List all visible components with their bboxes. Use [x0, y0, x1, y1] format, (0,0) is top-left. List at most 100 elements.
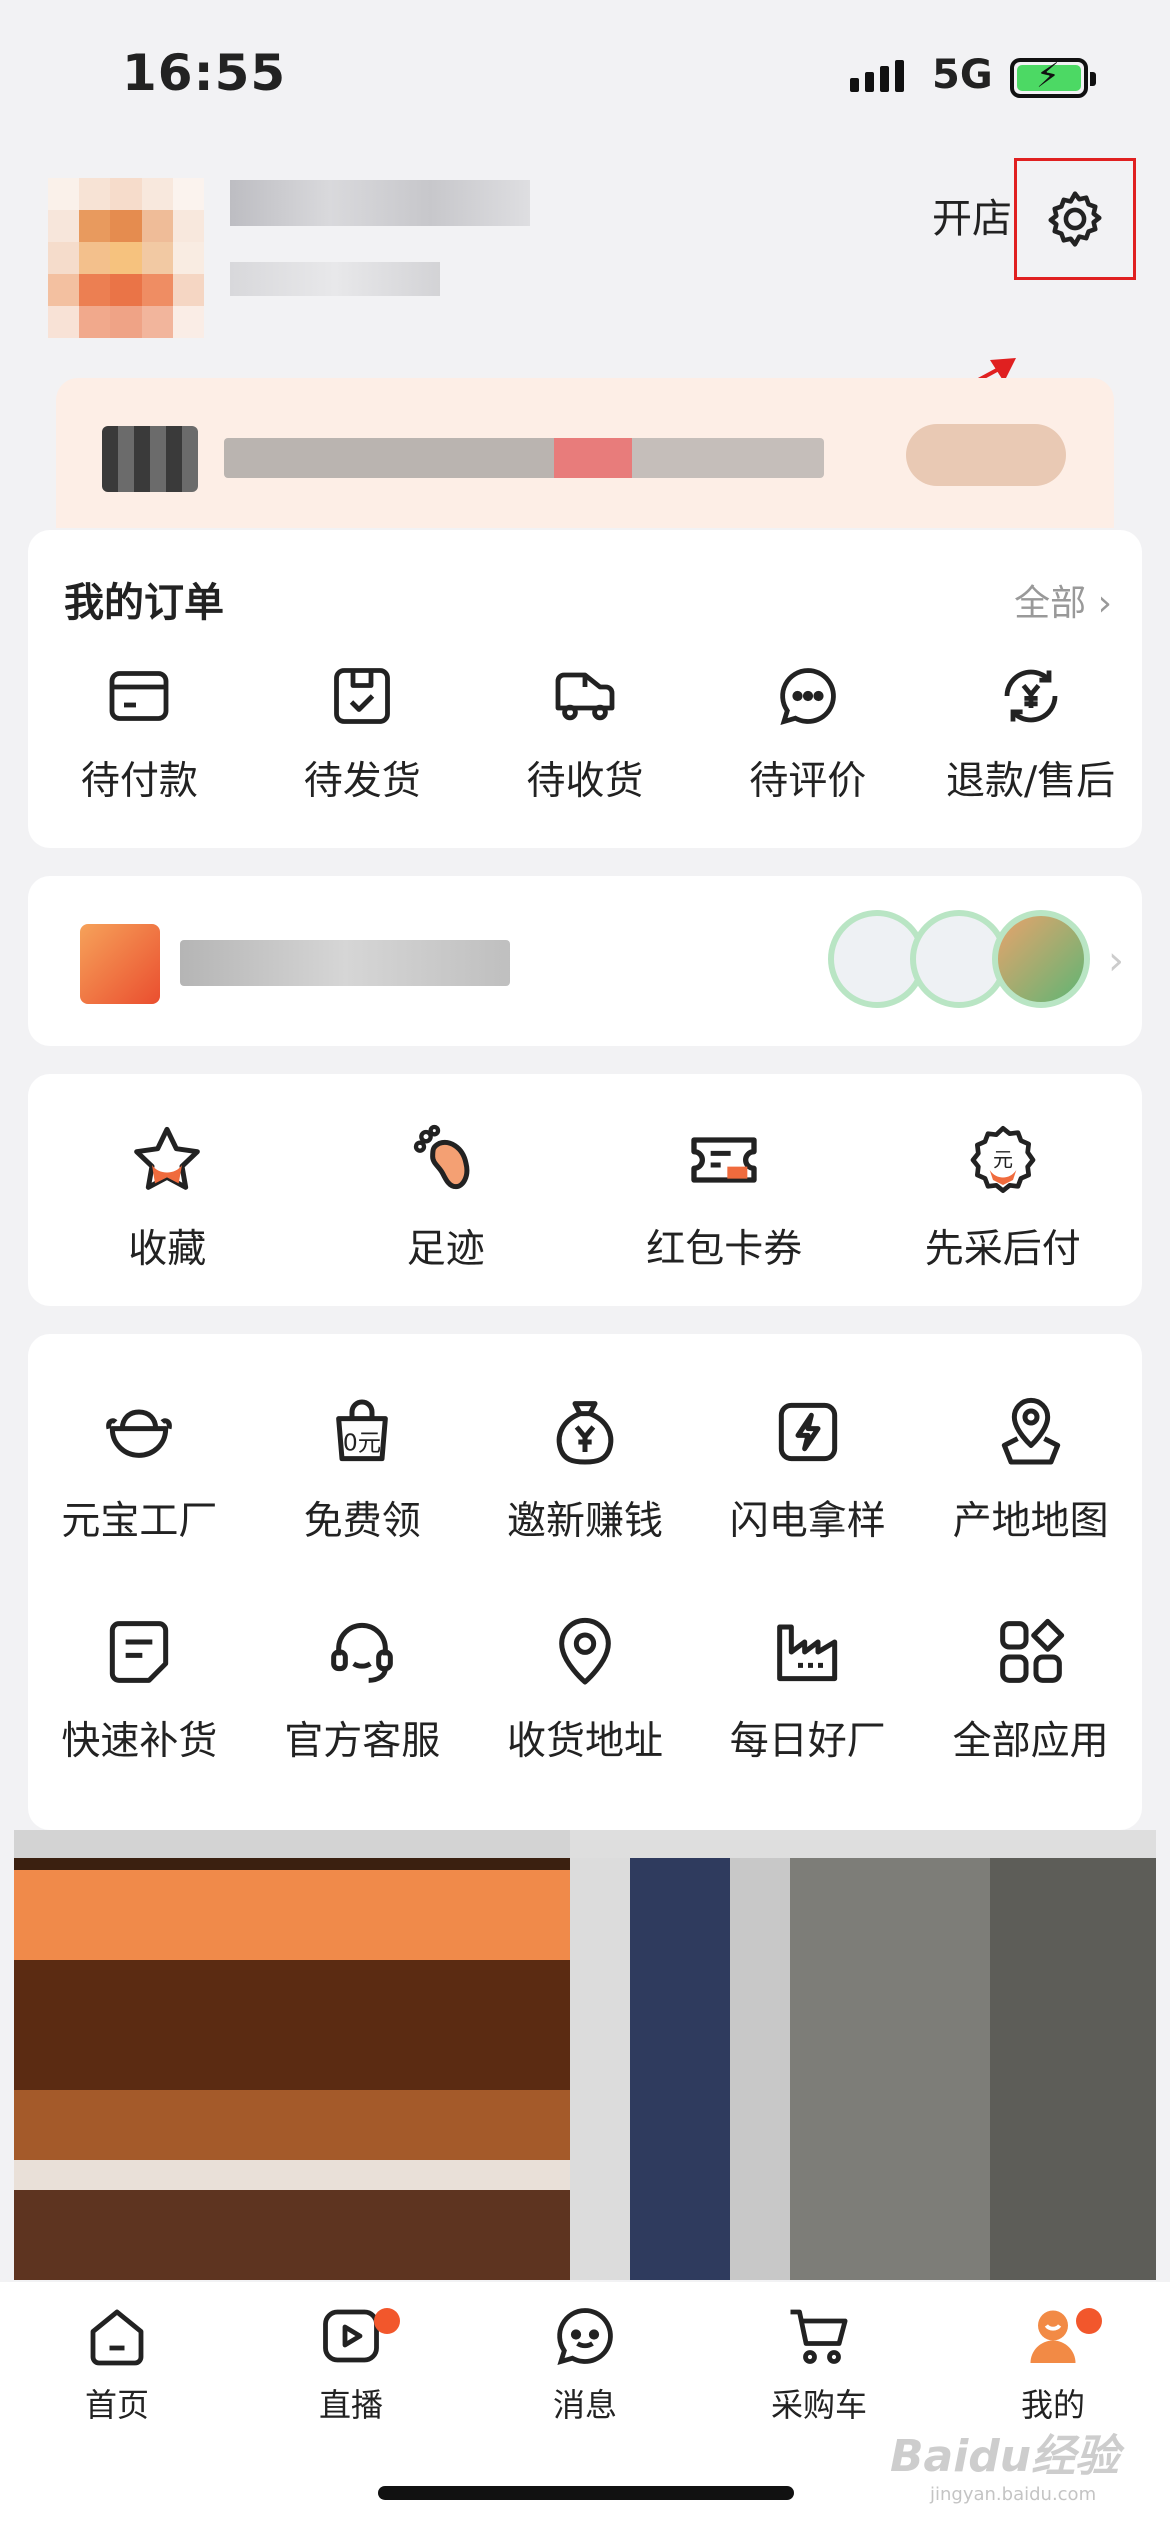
location-icon [559, 1617, 611, 1685]
app-label: 每日好厂 [729, 1719, 886, 1764]
cart-icon [790, 2309, 848, 2364]
app-label: 产地地图 [952, 1499, 1109, 1544]
footprint-icon [413, 1124, 470, 1190]
tab-live[interactable]: 直播 [234, 2300, 468, 2426]
app-customer-service[interactable]: 官方客服 [251, 1612, 474, 1766]
view-all-label: 全部 [1014, 583, 1087, 624]
app-all-apps[interactable]: 全部应用 [919, 1612, 1142, 1766]
promo-text-redacted [224, 438, 824, 478]
lightning-icon [778, 1402, 837, 1462]
factory-icon [776, 1624, 837, 1682]
money-bag-icon [556, 1401, 614, 1465]
tab-label: 消息 [552, 2386, 617, 2424]
app-label: 全部应用 [952, 1719, 1109, 1764]
app-daily-factory[interactable]: 每日好厂 [696, 1612, 919, 1766]
app-origin-map[interactable]: 产地地图 [919, 1392, 1142, 1546]
watermark-text: Baidu经验 [890, 2431, 1120, 2482]
map-pin-icon [1001, 1397, 1060, 1465]
order-item-label: 待收货 [526, 759, 644, 804]
app-ingot-factory[interactable]: 元宝工厂 [28, 1392, 251, 1546]
app-shipping-address[interactable]: 收货地址 [474, 1612, 697, 1766]
store-strip[interactable]: › [28, 876, 1142, 1046]
chat-dots-icon [780, 668, 836, 726]
svg-text:0元: 0元 [343, 1428, 381, 1456]
open-shop-link[interactable]: 开店 [932, 186, 1012, 244]
tab-label: 采购车 [770, 2386, 867, 2424]
buy-now-pay-later-button[interactable]: 元 先采后付 [864, 1120, 1143, 1274]
notification-dot [1076, 2308, 1102, 2334]
order-refund-aftersale[interactable]: 退款/售后 [919, 660, 1142, 806]
order-pending-review[interactable]: 待评价 [696, 660, 919, 806]
promo-button-redacted[interactable] [906, 424, 1066, 486]
profile-header: 开店 [0, 150, 1170, 498]
tab-home[interactable]: 首页 [0, 2300, 234, 2426]
order-pending-shipment[interactable]: 待发货 [251, 660, 474, 806]
app-label: 免费领 [303, 1499, 421, 1544]
tab-label: 直播 [318, 2386, 383, 2424]
store-avatars-redacted [828, 910, 1090, 1008]
apps-card: 元宝工厂 0元 免费领 邀新赚钱 闪电拿样 产地地图 快速补货 官方客服 收货地… [28, 1334, 1142, 1830]
coupon-icon [691, 1137, 757, 1183]
promo-banner[interactable] [56, 378, 1114, 528]
footprints-button[interactable]: 足迹 [307, 1120, 586, 1274]
notification-dot [374, 2308, 400, 2334]
tool-label: 先采后付 [924, 1227, 1081, 1272]
tool-label: 收藏 [128, 1227, 207, 1272]
orders-title: 我的订单 [64, 580, 224, 626]
free-bag-icon: 0元 [336, 1399, 389, 1462]
star-icon [134, 1126, 201, 1190]
app-label: 闪电拿样 [729, 1499, 886, 1544]
coupons-button[interactable]: 红包卡券 [585, 1120, 864, 1274]
message-icon [557, 2308, 613, 2366]
settings-button[interactable] [1014, 158, 1136, 280]
promo-icon-redacted [102, 426, 198, 492]
headset-icon [331, 1622, 394, 1683]
app-label: 收货地址 [506, 1719, 663, 1764]
shield-yuan-icon: 元 [970, 1126, 1036, 1193]
product-image-redacted[interactable] [570, 1830, 1156, 2280]
app-label: 官方客服 [284, 1719, 441, 1764]
user-subtitle-redacted [230, 262, 440, 296]
watermark-sub: jingyan.baidu.com [930, 2484, 1097, 2505]
tool-label: 红包卡券 [646, 1227, 803, 1272]
recommendation-feed [14, 1830, 1156, 2280]
tab-cart[interactable]: 采购车 [702, 2300, 936, 2426]
watermark: Baidu经验 jingyan.baidu.com [890, 2420, 1119, 2505]
status-bar: 16:55 5G ⚡ [0, 0, 1170, 140]
order-item-label: 待评价 [749, 759, 867, 804]
orders-card: 我的订单 全部 › 待付款 待发货 待收货 待评价 退款/售后 [28, 530, 1142, 848]
profile-icon [1030, 2310, 1076, 2363]
app-free-claim[interactable]: 0元 免费领 [251, 1392, 474, 1546]
avatar[interactable] [48, 178, 204, 338]
note-icon [110, 1621, 169, 1683]
ingot-icon [106, 1409, 173, 1458]
order-item-label: 待付款 [80, 759, 198, 804]
svg-text:元: 元 [993, 1148, 1013, 1172]
grid-apps-icon [999, 1618, 1064, 1683]
status-time: 16:55 [122, 44, 287, 102]
app-invite-earn[interactable]: 邀新赚钱 [474, 1392, 697, 1546]
tab-label: 首页 [84, 2386, 149, 2424]
app-label: 元宝工厂 [61, 1499, 218, 1544]
truck-icon [555, 672, 615, 721]
order-pending-receipt[interactable]: 待收货 [474, 660, 697, 806]
app-label: 邀新赚钱 [506, 1499, 663, 1544]
box-check-icon [334, 668, 391, 724]
app-label: 快速补货 [61, 1719, 218, 1764]
tab-messages[interactable]: 消息 [468, 2300, 702, 2426]
yen-refund-icon [1004, 669, 1057, 723]
order-pending-payment[interactable]: 待付款 [28, 660, 251, 806]
tab-profile[interactable]: 我的 [936, 2300, 1170, 2426]
app-lightning-sample[interactable]: 闪电拿样 [696, 1392, 919, 1546]
card-icon [109, 671, 169, 721]
app-quick-restock[interactable]: 快速补货 [28, 1612, 251, 1766]
order-item-label: 退款/售后 [946, 759, 1116, 804]
signal-icon [850, 60, 904, 92]
orders-view-all-link[interactable]: 全部 › [1014, 574, 1112, 626]
home-indicator[interactable] [378, 2486, 794, 2500]
favorites-button[interactable]: 收藏 [28, 1120, 307, 1274]
product-image-redacted[interactable] [14, 1830, 570, 2280]
gear-icon [1048, 191, 1102, 247]
live-play-icon [323, 2309, 379, 2363]
user-name-redacted [230, 180, 530, 226]
